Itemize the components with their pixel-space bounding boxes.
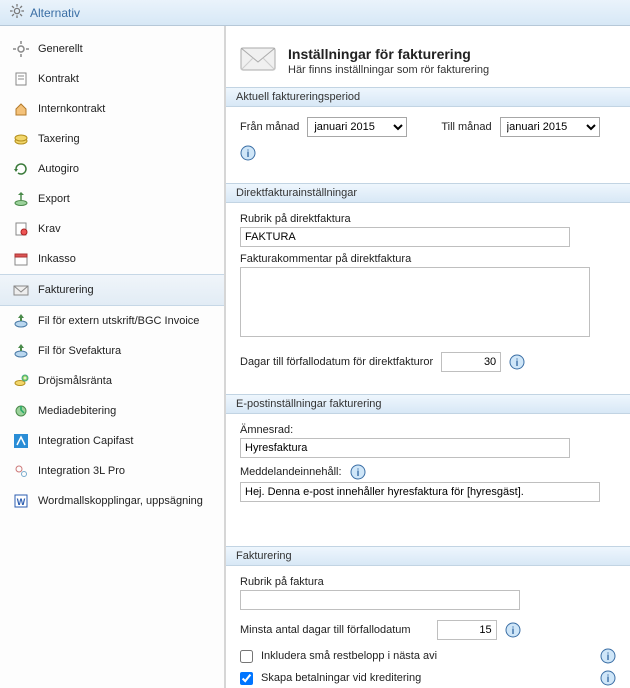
sidebar-item-label: Krav xyxy=(38,223,61,235)
sidebar-item-generellt[interactable]: Generellt xyxy=(0,34,224,64)
calendar-icon xyxy=(12,250,30,268)
house-document-icon xyxy=(12,100,30,118)
sidebar-item-label: Wordmallskopplingar, uppsägning xyxy=(38,495,203,507)
section-period-title: Aktuell faktureringsperiod xyxy=(226,87,630,107)
sidebar-item-label: Fil för Svefaktura xyxy=(38,345,121,357)
sidebar-item-3lpro[interactable]: Integration 3L Pro xyxy=(0,456,224,486)
svg-text:i: i xyxy=(607,652,610,663)
window-title: Alternativ xyxy=(30,6,80,20)
email-subject-input[interactable] xyxy=(240,438,570,458)
sidebar-item-kontrakt[interactable]: Kontrakt xyxy=(0,64,224,94)
gears-icon xyxy=(12,462,30,480)
min-days-input[interactable] xyxy=(437,620,497,640)
gear-icon xyxy=(12,40,30,58)
gear-icon xyxy=(10,4,24,21)
svg-text:i: i xyxy=(516,358,519,369)
from-month-select[interactable]: januari 2015 xyxy=(307,117,407,137)
direct-days-input[interactable] xyxy=(441,352,501,372)
export-icon xyxy=(12,190,30,208)
to-month-select[interactable]: januari 2015 xyxy=(500,117,600,137)
include-small-label: Inkludera små restbelopp i nästa avi xyxy=(261,650,437,662)
info-icon[interactable]: i xyxy=(350,464,366,480)
sidebar-item-taxering[interactable]: Taxering xyxy=(0,124,224,154)
capifast-icon xyxy=(12,432,30,450)
info-icon[interactable]: i xyxy=(600,648,616,664)
refresh-icon xyxy=(12,160,30,178)
page-title: Inställningar för fakturering xyxy=(288,46,489,62)
direct-days-label: Dagar till förfallodatum för direktfaktu… xyxy=(240,356,433,368)
sidebar-item-label: Generellt xyxy=(38,43,83,55)
svg-text:i: i xyxy=(607,674,610,685)
info-icon[interactable]: i xyxy=(240,145,256,161)
invoice-rubrik-label: Rubrik på faktura xyxy=(240,576,616,588)
sidebar-item-label: Inkasso xyxy=(38,253,76,265)
envelope-icon xyxy=(12,281,30,299)
svg-text:i: i xyxy=(356,468,359,479)
create-payments-label: Skapa betalningar vid kreditering xyxy=(261,672,421,684)
email-subject-label: Ämnesrad: xyxy=(240,424,616,436)
sidebar-item-fakturering[interactable]: Fakturering xyxy=(0,274,224,306)
sidebar-item-inkasso[interactable]: Inkasso xyxy=(0,244,224,274)
sidebar-item-label: Integration 3L Pro xyxy=(38,465,125,477)
section-invoicing-title: Fakturering xyxy=(226,546,630,566)
envelope-large-icon xyxy=(240,44,276,77)
create-payments-checkbox[interactable] xyxy=(240,672,253,685)
sidebar-item-wordmall[interactable]: W Wordmallskopplingar, uppsägning xyxy=(0,486,224,516)
direct-rubrik-input[interactable] xyxy=(240,227,570,247)
coins-plus-icon xyxy=(12,372,30,390)
from-month-label: Från månad xyxy=(240,121,299,133)
section-email-title: E-postinställningar fakturering xyxy=(226,394,630,414)
sidebar-item-export[interactable]: Export xyxy=(0,184,224,214)
sidebar-item-label: Mediadebitering xyxy=(38,405,116,417)
disk-arrow-icon xyxy=(12,312,30,330)
email-body-input[interactable] xyxy=(240,482,600,502)
plug-icon xyxy=(12,402,30,420)
include-small-checkbox[interactable] xyxy=(240,650,253,663)
sidebar-item-label: Autogiro xyxy=(38,163,79,175)
sidebar-item-mediadebitering[interactable]: Mediadebitering xyxy=(0,396,224,426)
svg-text:i: i xyxy=(511,626,514,637)
invoice-rubrik-input[interactable] xyxy=(240,590,520,610)
svg-text:i: i xyxy=(247,149,250,160)
sidebar-item-capifast[interactable]: Integration Capifast xyxy=(0,426,224,456)
sidebar-item-label: Internkontrakt xyxy=(38,103,105,115)
min-days-label: Minsta antal dagar till förfallodatum xyxy=(240,624,411,636)
section-direct-title: Direktfakturainställningar xyxy=(226,183,630,203)
coins-icon xyxy=(12,130,30,148)
svg-text:W: W xyxy=(17,497,26,507)
window-titlebar: Alternativ xyxy=(0,0,630,26)
sidebar-item-svefaktura[interactable]: Fil för Svefaktura xyxy=(0,336,224,366)
email-body-label: Meddelandeinnehåll: xyxy=(240,466,342,478)
sidebar-item-label: Export xyxy=(38,193,70,205)
info-icon[interactable]: i xyxy=(600,670,616,686)
direct-rubrik-label: Rubrik på direktfaktura xyxy=(240,213,616,225)
sidebar-item-bgc-invoice[interactable]: Fil för extern utskrift/BGC Invoice xyxy=(0,306,224,336)
sidebar-item-label: Fil för extern utskrift/BGC Invoice xyxy=(38,315,199,327)
page-header: Inställningar för fakturering Här finns … xyxy=(226,44,630,87)
sidebar: Generellt Kontrakt Internkontrakt Taxeri… xyxy=(0,26,225,688)
warning-document-icon xyxy=(12,220,30,238)
sidebar-item-label: Taxering xyxy=(38,133,80,145)
content-pane: Inställningar för fakturering Här finns … xyxy=(225,26,630,688)
sidebar-item-label: Integration Capifast xyxy=(38,435,133,447)
page-subtitle: Här finns inställningar som rör fakturer… xyxy=(288,64,489,76)
sidebar-item-label: Kontrakt xyxy=(38,73,79,85)
sidebar-item-krav[interactable]: Krav xyxy=(0,214,224,244)
info-icon[interactable]: i xyxy=(505,622,521,638)
document-icon xyxy=(12,70,30,88)
sidebar-item-autogiro[interactable]: Autogiro xyxy=(0,154,224,184)
word-icon: W xyxy=(12,492,30,510)
info-icon[interactable]: i xyxy=(509,354,525,370)
sidebar-item-drojsmalsranta[interactable]: Dröjsmålsränta xyxy=(0,366,224,396)
direct-comment-textarea[interactable] xyxy=(240,267,590,337)
to-month-label: Till månad xyxy=(441,121,491,133)
sidebar-item-internkontrakt[interactable]: Internkontrakt xyxy=(0,94,224,124)
disk-arrow-icon xyxy=(12,342,30,360)
direct-comment-label: Fakturakommentar på direktfaktura xyxy=(240,253,616,265)
sidebar-item-label: Fakturering xyxy=(38,284,94,296)
sidebar-item-label: Dröjsmålsränta xyxy=(38,375,112,387)
